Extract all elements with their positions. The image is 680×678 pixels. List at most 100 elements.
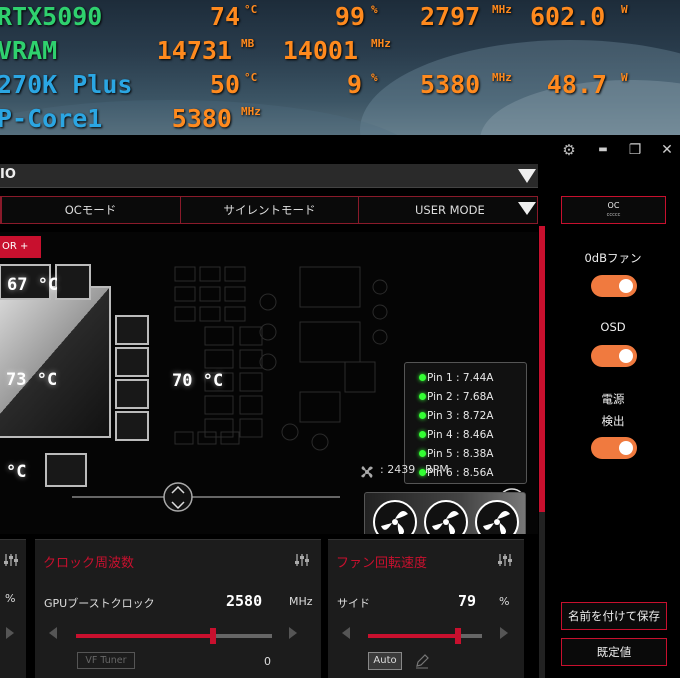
slider-knob[interactable] [455, 628, 461, 644]
oc-scanner-button[interactable]: OC ccccc [561, 196, 666, 224]
increase-arrow-icon[interactable] [500, 627, 508, 639]
osd-row-cpu: 270K Plus 50 °C 9 % 5380 MHz 48.7 W [0, 68, 680, 102]
close-icon[interactable]: ✕ [658, 141, 676, 159]
clock-panel: クロック周波数 GPUブーストクロック 2580 MHz VF Tuner 0 [35, 539, 321, 678]
vf-tuner-button[interactable]: VF Tuner [77, 652, 135, 669]
profile-dropdown[interactable]: IO [0, 164, 538, 188]
fan-speed-slider[interactable] [368, 628, 482, 644]
status-dot [419, 374, 426, 381]
scrollbar[interactable] [539, 226, 545, 678]
osd-unit: MHz [492, 71, 512, 84]
osd-unit: W [621, 71, 628, 84]
fan-speed-panel: ファン回転速度 サイド 79 % Auto [328, 539, 524, 678]
gear-icon[interactable]: ⚙ [560, 141, 578, 159]
slider-fill [368, 634, 458, 638]
status-dot [419, 412, 426, 419]
power-detect-toggle[interactable] [591, 437, 637, 459]
window-controls: ⚙ ▬ ❐ ✕ [550, 141, 680, 161]
osd-row-vram: VRAM 14731 MB 14001 MHz [0, 34, 680, 68]
tab-oc-mode[interactable]: OCモード [1, 197, 181, 223]
status-dot [419, 393, 426, 400]
settings-sliders-icon[interactable] [4, 553, 18, 567]
pencil-icon[interactable] [414, 653, 430, 669]
increase-arrow-icon[interactable] [289, 627, 297, 639]
pin-row: Pin 4 : 8.46A [419, 426, 493, 444]
scrollbar-thumb[interactable] [539, 226, 545, 512]
osd-gpu-power: 602.0 [530, 2, 606, 31]
osd-unit: MHz [241, 105, 261, 118]
fan-rpm-value: : 2439 [380, 463, 416, 476]
mode-tabs: OCモード サイレントモード USER MODE [0, 196, 538, 224]
fan-side-label: サイド [337, 597, 370, 610]
dropdown-arrow-icon[interactable] [518, 169, 536, 183]
slider-knob[interactable] [210, 628, 216, 644]
fan-panel [364, 492, 526, 534]
oc-sub-label: ccccc [606, 212, 621, 218]
osd-unit: % [371, 71, 378, 84]
osd-unit: °C [244, 3, 258, 16]
tab-user-mode[interactable]: USER MODE [359, 197, 537, 223]
osd-gpu-clock: 2797 [420, 2, 481, 31]
save-as-button[interactable]: 名前を付けて保存 [561, 602, 667, 630]
osd-unit: MHz [371, 37, 391, 50]
clock-offset-value: 0 [264, 655, 271, 668]
pin-row: Pin 3 : 8.72A [419, 407, 493, 425]
osd-unit: MHz [492, 3, 512, 16]
osd-label: OSD [600, 320, 626, 334]
settings-sliders-icon[interactable] [295, 553, 309, 567]
status-dot [419, 431, 426, 438]
right-panel: OC ccccc 0dBファン OSD 電源 検出 名前を付けて保存 既定値 [546, 189, 680, 678]
osd-vram-used: 14731 [156, 36, 232, 65]
clock-panel-title: クロック周波数 [43, 556, 135, 571]
osd-gpu-temp: 74 [209, 2, 240, 31]
restore-icon[interactable]: ❐ [626, 141, 644, 159]
osd-row-gpu: RTX5090 74 °C 99 % 2797 MHz 602.0 W [0, 0, 680, 34]
osd-unit: % [371, 3, 378, 16]
settings-sliders-icon[interactable] [498, 553, 512, 567]
gpu-clock-slider[interactable] [76, 628, 272, 644]
status-dot [419, 450, 426, 457]
default-button[interactable]: 既定値 [561, 638, 667, 666]
user-mode-dropdown-icon[interactable] [518, 202, 536, 215]
zero-db-fan-toggle[interactable] [591, 275, 637, 297]
left-unit: % [5, 592, 16, 605]
temp-board-right: 70 °C [172, 371, 224, 391]
power-detect-label-2: 検出 [601, 414, 625, 428]
fan-side-value[interactable]: 79 [458, 592, 476, 610]
fan-panel-title: ファン回転速度 [336, 556, 428, 571]
temp-bottom: °C [6, 462, 27, 482]
slider-fill [76, 634, 213, 638]
oc-label: OC [607, 201, 620, 210]
osd-unit: W [621, 3, 628, 16]
osd-overlay: RTX5090 74 °C 99 % 2797 MHz 602.0 W VRAM… [0, 0, 680, 135]
gpu-monitor-view: OR + 67 °C 73 °C 70 °C °C Pin 1 : 7.44A … [0, 232, 538, 534]
osd-vram-clock: 14001 [282, 36, 358, 65]
left-partial-panel: % [0, 539, 26, 678]
osd-cpu-load: 9 [346, 70, 362, 99]
osd-cpu-temp: 50 [209, 70, 240, 99]
osd-unit: MB [241, 37, 255, 50]
right-arrow-icon[interactable] [6, 627, 14, 639]
osd-unit: °C [244, 71, 258, 84]
fan-side-unit: % [499, 595, 510, 608]
zero-db-fan-label: 0dBファン [584, 251, 642, 265]
monitor-plus-button[interactable]: OR + [0, 236, 41, 258]
decrease-arrow-icon[interactable] [49, 627, 57, 639]
power-detect-label-1: 電源 [601, 392, 625, 406]
temp-gpu-core: 73 °C [6, 370, 58, 390]
tab-silent-mode[interactable]: サイレントモード [181, 197, 359, 223]
decrease-arrow-icon[interactable] [342, 627, 350, 639]
window-title: IO [0, 167, 16, 182]
pin-row: Pin 1 : 7.44A [419, 369, 493, 387]
gpu-boost-clock-label: GPUブーストクロック [44, 597, 155, 610]
osd-label-gpu: RTX5090 [0, 2, 103, 31]
minimize-icon[interactable]: ▬ [594, 141, 612, 159]
osd-label-pcore: P-Core1 [0, 104, 103, 133]
osd-toggle[interactable] [591, 345, 637, 367]
gpu-boost-clock-value[interactable]: 2580 [226, 592, 262, 610]
osd-gpu-load: 99 [334, 2, 365, 31]
osd-row-pcore: P-Core1 5380 MHz [0, 102, 680, 135]
osd-cpu-clock: 5380 [420, 70, 481, 99]
fan-auto-button[interactable]: Auto [368, 652, 402, 670]
pin-row: Pin 2 : 7.68A [419, 388, 493, 406]
